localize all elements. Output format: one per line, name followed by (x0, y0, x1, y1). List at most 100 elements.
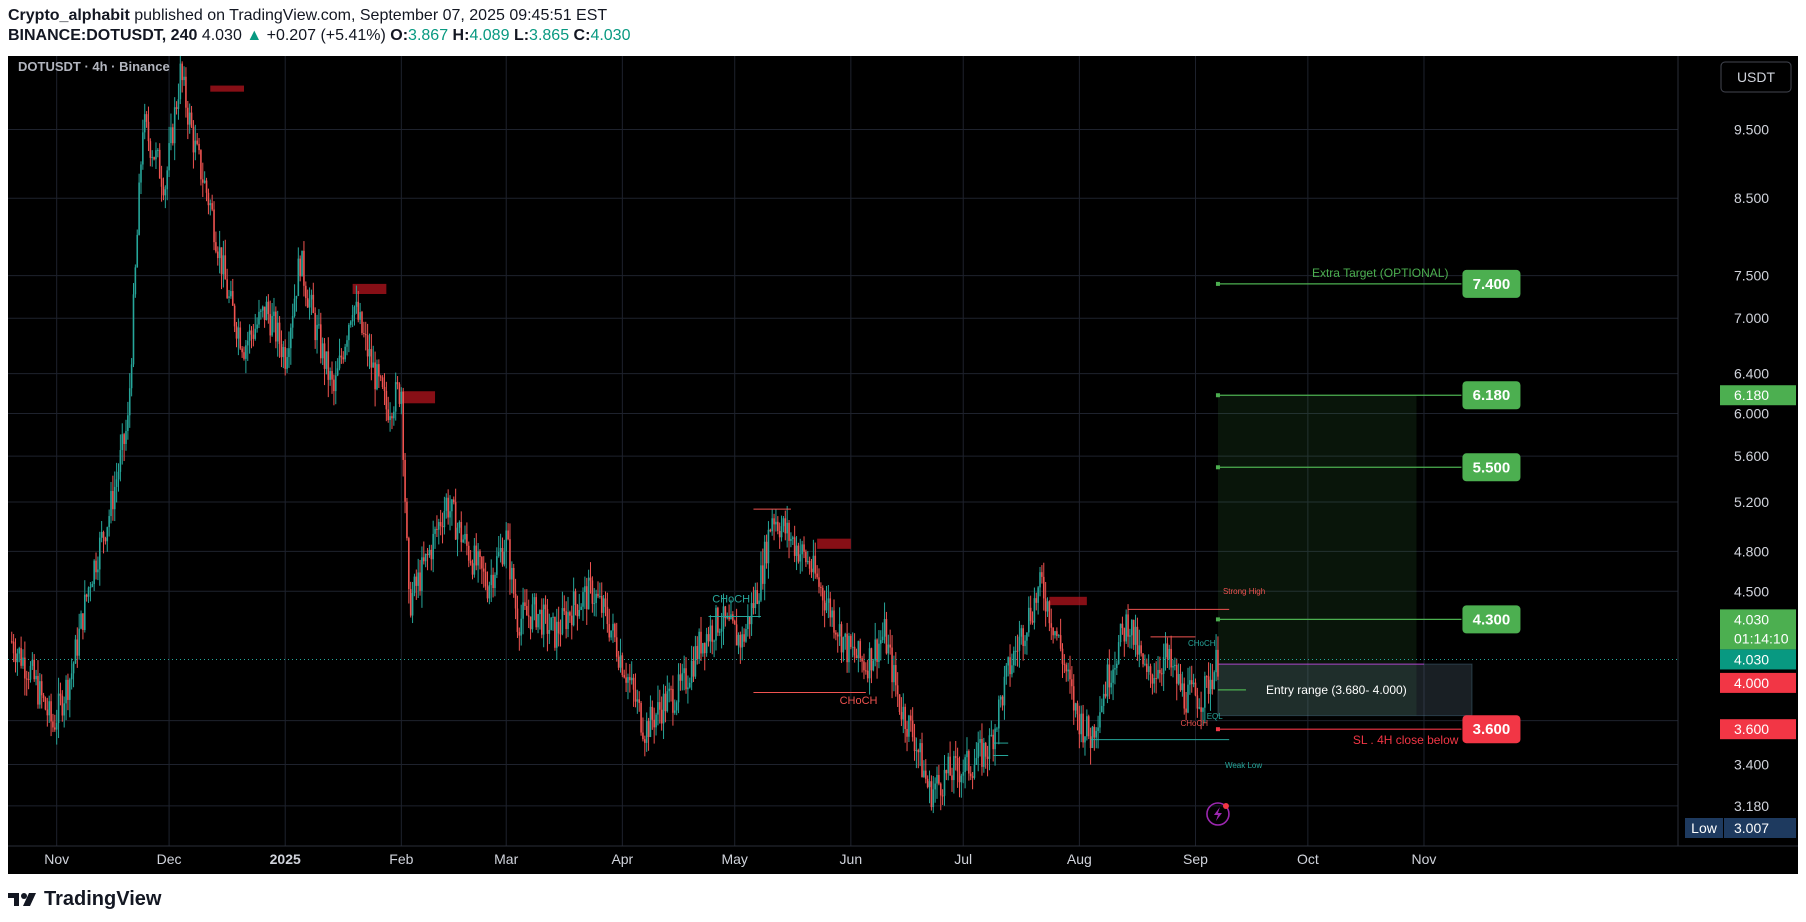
symbol-label: BINANCE:DOTUSDT, 240 (8, 27, 198, 44)
footer-brand[interactable]: TradingView (8, 884, 161, 914)
candle-body-up (593, 603, 596, 605)
candle-body-up (424, 553, 427, 562)
candle-body-up (1039, 572, 1041, 588)
candle-body-down (526, 606, 528, 616)
candle-body-up (688, 682, 691, 688)
candle-body-up (908, 715, 910, 737)
price-tick-label: 7.000 (1734, 310, 1769, 326)
price-tick-label: 4.800 (1734, 543, 1769, 559)
candle-body-up (747, 616, 749, 629)
candle-body-down (402, 391, 405, 460)
candle-body-up (290, 327, 292, 349)
candle-body-down (381, 377, 384, 387)
candle-body-up (78, 628, 80, 656)
time-tick-label: Dec (157, 851, 182, 867)
candle-body-up (1080, 713, 1083, 735)
candle-body-down (306, 298, 309, 308)
candle-body-up (72, 663, 75, 674)
candle-body-down (224, 255, 227, 280)
time-tick-label: Nov (44, 851, 69, 867)
candle-body-up (1102, 693, 1105, 706)
candle-body-up (136, 234, 139, 268)
candle-body-down (20, 648, 22, 666)
candle-body-down (621, 655, 624, 676)
candle-body-down (574, 591, 577, 605)
candle-body-down (554, 616, 556, 648)
candle-body-up (548, 629, 551, 634)
candle-body-down (398, 384, 401, 404)
chart-title: DOTUSDT · 4h · Binance (18, 59, 170, 74)
candle-body-up (127, 415, 129, 431)
candle-body-down (1035, 598, 1038, 603)
candle-body-up (110, 491, 112, 517)
candle-body-down (1121, 623, 1124, 629)
candle-body-up (464, 533, 466, 540)
candle-body-down (14, 653, 17, 663)
price-chart[interactable]: DOTUSDT · 4h · Binance CHoCH CHoCH Strong H… (8, 56, 1798, 874)
candle-body-up (477, 551, 479, 566)
candle-body-down (696, 646, 699, 659)
candle-body-up (801, 544, 803, 555)
candle-body-up (690, 660, 693, 683)
candle-body-down (1069, 669, 1071, 680)
candle-body-down (409, 589, 412, 616)
candle-body-down (269, 314, 272, 336)
candle-body-down (366, 335, 369, 357)
candle-body-down (44, 698, 47, 710)
candle-body-down (235, 326, 238, 339)
candle-body-down (788, 522, 790, 541)
candle-body-down (1093, 726, 1096, 738)
candle-body-up (838, 624, 841, 637)
candle-body-up (715, 607, 717, 641)
candle-body-up (1209, 679, 1212, 694)
candle-body-down (732, 614, 734, 621)
candle-body-up (1033, 598, 1036, 623)
candle-body-up (964, 757, 966, 773)
author-name[interactable]: Crypto_alphabit (8, 7, 130, 24)
candle-body-down (823, 600, 826, 611)
candle-body-down (861, 658, 863, 662)
candle-body-up (1116, 663, 1118, 669)
candle-body-up (947, 756, 950, 774)
candle-body-down (614, 623, 616, 638)
candle-body-down (762, 565, 764, 584)
candle-body-down (123, 434, 125, 444)
candle-body-up (35, 675, 37, 680)
candle-body-up (567, 612, 569, 630)
candle-body-down (1061, 648, 1064, 664)
candle-body-down (600, 595, 603, 613)
candle-body-up (677, 674, 680, 703)
candle-body-up (271, 316, 273, 336)
candle-body-down (216, 251, 219, 259)
candle-body-down (917, 750, 920, 753)
candle-body-down (61, 695, 64, 716)
candle-body-down (303, 250, 305, 286)
candle-body-up (902, 706, 905, 720)
candle-body-up (763, 541, 766, 584)
candle-body-up (39, 681, 41, 705)
candle-body-down (153, 157, 155, 160)
candle-body-down (604, 598, 607, 607)
candle-body-down (460, 521, 463, 543)
chart-canvas[interactable]: DOTUSDT · 4h · Binance CHoCH CHoCH Strong H… (8, 56, 1798, 874)
candle-body-down (585, 586, 588, 610)
price-axis[interactable]: USDT 9.500 8.500 7.500 7.000 6.400 6.000 5.600 5… (1677, 56, 1798, 846)
candle-body-up (336, 368, 339, 376)
candle-body-up (245, 345, 247, 359)
candle-body-up (254, 328, 257, 339)
candle-body-down (863, 661, 865, 671)
candle-body-down (921, 743, 923, 778)
time-axis[interactable]: Nov Dec 2025 Feb Mar Apr May Jun Jul Aug Sep Oct Nov (8, 845, 1798, 874)
candle-body-up (351, 315, 354, 322)
candle-body-up (194, 140, 197, 153)
high-value: 4.089 (469, 27, 510, 44)
candle-body-up (1181, 683, 1184, 691)
candle-body-down (501, 547, 504, 565)
candle-body-down (735, 624, 738, 646)
candle-body-up (990, 734, 993, 736)
candle-body-up (599, 595, 601, 597)
candle-body-down (263, 306, 266, 320)
candle-body-down (200, 150, 202, 180)
candle-body-down (25, 678, 28, 680)
candle-body-up (496, 556, 498, 575)
